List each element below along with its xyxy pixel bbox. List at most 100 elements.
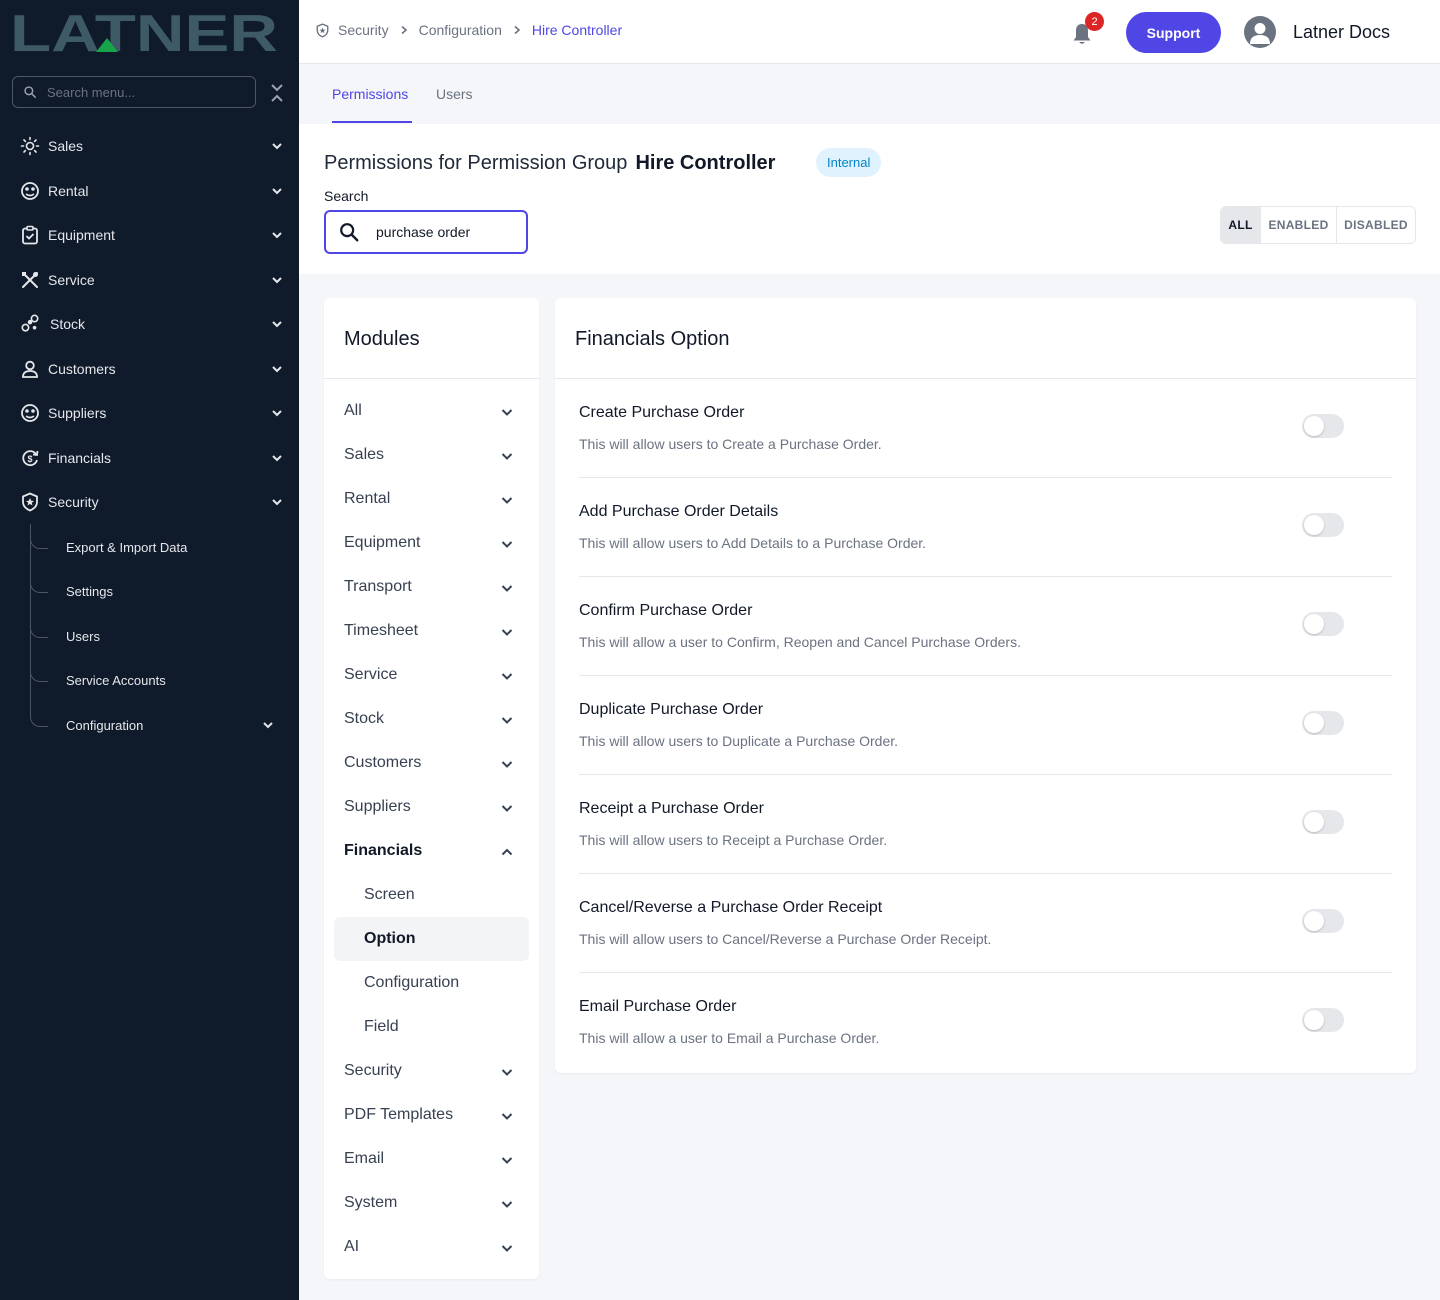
module-subitem-configuration[interactable]: Configuration: [334, 961, 529, 1005]
module-item-label: Service: [344, 666, 398, 683]
permission-title: Cancel/Reverse a Purchase Order Receipt: [579, 899, 883, 916]
module-item-label: Sales: [344, 446, 385, 463]
chevron-down-icon: [501, 1245, 513, 1252]
sidebar-item-label: Financials: [48, 450, 112, 466]
permission-toggle[interactable]: [1302, 909, 1344, 933]
module-item-email[interactable]: Email: [324, 1139, 539, 1179]
user-name[interactable]: Latner Docs: [1293, 22, 1390, 43]
clipboard-check-icon: [20, 225, 40, 245]
collapse-sidebar-icon[interactable]: [268, 82, 286, 104]
user-avatar-icon: [1250, 23, 1270, 44]
filter-all-button[interactable]: ALL: [1221, 207, 1261, 243]
sidebar-item-suppliers[interactable]: Suppliers: [0, 393, 299, 433]
permission-row: Email Purchase Order This will allow a us…: [579, 973, 1392, 1072]
breadcrumb-item[interactable]: Security: [338, 22, 389, 38]
toggle-knob: [1304, 515, 1324, 535]
module-subitem-label: Screen: [364, 886, 415, 903]
sidebar-item-label: Stock: [50, 316, 86, 332]
sidebar-item-service[interactable]: Service: [0, 260, 299, 300]
module-item-label: Customers: [344, 754, 422, 771]
permission-title: Email Purchase Order: [579, 998, 737, 1015]
permission-toggle[interactable]: [1302, 711, 1344, 735]
filter-enabled-button[interactable]: ENABLED: [1261, 207, 1337, 243]
module-item-customers[interactable]: Customers: [324, 743, 539, 783]
tools-icon: [20, 270, 40, 290]
sidebar-item-label: Suppliers: [48, 405, 107, 421]
search-input[interactable]: [376, 224, 506, 240]
tree-connector: [30, 660, 48, 682]
module-subitem-label: Configuration: [364, 974, 460, 991]
avatar[interactable]: [1244, 16, 1276, 48]
sidebar-item-label: Customers: [48, 361, 116, 377]
module-item-sales[interactable]: Sales: [324, 435, 539, 475]
chevron-down-icon: [501, 497, 513, 504]
module-item-equipment[interactable]: Equipment: [324, 523, 539, 563]
module-item-suppliers[interactable]: Suppliers: [324, 787, 539, 827]
module-item-pdf-templates[interactable]: PDF Templates: [324, 1095, 539, 1135]
module-subitem-screen[interactable]: Screen: [334, 873, 529, 917]
module-subitem-field[interactable]: Field: [334, 1005, 529, 1049]
sidebar-subitem-service-accounts[interactable]: Service Accounts: [30, 660, 290, 700]
permission-title: Confirm Purchase Order: [579, 602, 753, 619]
sidebar-subitem-export-import[interactable]: Export & Import Data: [30, 527, 290, 567]
module-item-timesheet[interactable]: Timesheet: [324, 611, 539, 651]
options-title: Financials Option: [575, 328, 730, 350]
tab-users[interactable]: Users: [436, 86, 473, 102]
status-badge: Internal: [816, 148, 882, 177]
module-item-label: Financials: [344, 842, 423, 859]
modules-title: Modules: [344, 328, 420, 350]
chevron-down-icon: [501, 673, 513, 680]
module-item-service[interactable]: Service: [324, 655, 539, 695]
sidebar-item-customers[interactable]: Customers: [0, 349, 299, 389]
module-item-all[interactable]: All: [324, 391, 539, 431]
permission-search[interactable]: [324, 210, 528, 254]
permission-description: This will allow users to Cancel/Reverse …: [579, 931, 992, 947]
sidebar-item-label: Equipment: [48, 227, 115, 243]
permission-toggle[interactable]: [1302, 1008, 1344, 1032]
permission-description: This will allow a user to Email a Purcha…: [579, 1030, 880, 1046]
support-button[interactable]: Support: [1126, 12, 1221, 53]
menu-search[interactable]: [12, 76, 256, 108]
sidebar-item-equipment[interactable]: Equipment: [0, 215, 299, 255]
sidebar-subitem-settings[interactable]: Settings: [30, 571, 290, 611]
sidebar-item-label: Service: [48, 272, 95, 288]
sidebar-item-security[interactable]: Security: [0, 482, 299, 522]
permission-description: This will allow users to Duplicate a Pur…: [579, 733, 899, 749]
module-item-ai[interactable]: AI: [324, 1227, 539, 1267]
module-item-label: PDF Templates: [344, 1106, 454, 1123]
menu-search-input[interactable]: [47, 84, 237, 100]
tree-connector: [30, 527, 48, 549]
breadcrumb-item[interactable]: Configuration: [419, 22, 502, 38]
chevron-right-icon: [399, 25, 409, 35]
module-item-system[interactable]: System: [324, 1183, 539, 1223]
module-item-security[interactable]: Security: [324, 1051, 539, 1091]
chevron-down-icon: [272, 232, 282, 239]
module-subitem-option[interactable]: Option: [334, 917, 529, 961]
tab-permissions[interactable]: Permissions: [332, 86, 408, 102]
filter-disabled-button[interactable]: DISABLED: [1337, 207, 1415, 243]
search-icon: [340, 223, 359, 242]
module-item-stock[interactable]: Stock: [324, 699, 539, 739]
module-item-transport[interactable]: Transport: [324, 567, 539, 607]
suppliers-icon: [20, 403, 40, 423]
sidebar-subitem-users[interactable]: Users: [30, 616, 290, 656]
svg-text:LATNER: LATNER: [10, 10, 278, 54]
latner-logo[interactable]: LATNER: [10, 10, 280, 54]
sidebar-item-stock[interactable]: Stock: [0, 304, 299, 344]
module-item-financials[interactable]: Financials: [324, 831, 539, 871]
toggle-knob: [1304, 911, 1324, 931]
permission-toggle[interactable]: [1302, 513, 1344, 537]
permission-toggle[interactable]: [1302, 810, 1344, 834]
permission-toggle[interactable]: [1302, 414, 1344, 438]
sidebar-item-financials[interactable]: $ Financials: [0, 438, 299, 478]
tabs-bar: Permissions Users: [299, 64, 1440, 124]
sidebar-item-sales[interactable]: Sales: [0, 126, 299, 166]
chevron-down-icon: [501, 629, 513, 636]
sidebar-item-rental[interactable]: Rental: [0, 171, 299, 211]
module-item-label: Rental: [344, 490, 391, 507]
permission-description: This will allow users to Create a Purcha…: [579, 436, 882, 452]
permission-toggle[interactable]: [1302, 612, 1344, 636]
module-item-rental[interactable]: Rental: [324, 479, 539, 519]
sidebar-subitem-configuration[interactable]: Configuration: [30, 705, 290, 745]
filter-toggle-group: ALL ENABLED DISABLED: [1220, 206, 1416, 244]
